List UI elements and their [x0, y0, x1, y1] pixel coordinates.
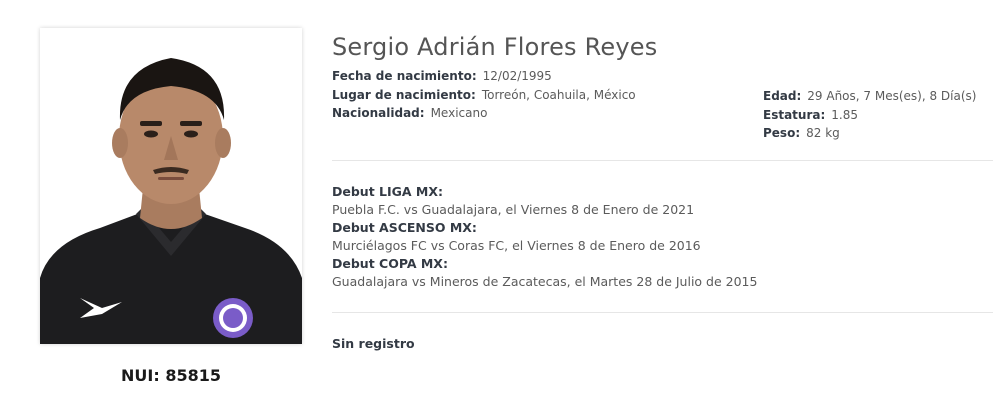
detail-label: Estatura: — [763, 107, 826, 122]
detail-label: Lugar de nacimiento: — [332, 87, 476, 102]
debut-text-ascenso-mx: Murciélagos FC vs Coras FC, el Viernes 8… — [332, 238, 701, 253]
detail-value: Torreón, Coahuila, México — [481, 87, 636, 102]
detail-age: Edad: 29 Años, 7 Mes(es), 8 Día(s) — [763, 87, 976, 106]
detail-value: Mexicano — [430, 106, 488, 120]
nui-label: NUI: 85815 — [121, 366, 221, 385]
divider — [332, 160, 993, 161]
debut-label-liga-mx: Debut LIGA MX: — [332, 184, 444, 199]
detail-height: Estatura: 1.85 — [763, 106, 976, 125]
detail-label: Peso: — [763, 126, 801, 140]
detail-label: Nacionalidad: — [332, 106, 425, 120]
detail-value: 12/02/1995 — [482, 69, 552, 83]
debut-list: Debut LIGA MX: Puebla F.C. vs Guadalajar… — [332, 183, 757, 291]
debut-text-liga-mx: Puebla F.C. vs Guadalajara, el Viernes 8… — [332, 202, 695, 217]
debut-text-copa-mx: Guadalajara vs Mineros de Zacatecas, el … — [332, 274, 758, 289]
physical-details: Edad: 29 Años, 7 Mes(es), 8 Día(s) Estatu… — [763, 87, 976, 143]
detail-label: Edad: — [763, 89, 802, 103]
detail-weight: Peso: 82 kg — [763, 124, 976, 143]
detail-nationality: Nacionalidad: Mexicano — [332, 104, 636, 123]
personal-details: Fecha de nacimiento: 12/02/1995 Lugar de … — [332, 67, 636, 123]
player-photo — [40, 28, 302, 344]
debut-label-copa-mx: Debut COPA MX: — [332, 256, 448, 271]
club-badge-icon — [213, 298, 253, 338]
detail-label: Fecha de nacimiento: — [332, 69, 477, 83]
detail-value: 82 kg — [806, 126, 840, 140]
detail-value: 1.85 — [831, 107, 858, 122]
no-record-text: Sin registro — [332, 336, 415, 351]
detail-value: 29 Años, 7 Mes(es), 8 Día(s) — [807, 89, 977, 103]
player-name: Sergio Adrián Flores Reyes — [332, 33, 658, 61]
detail-birthplace: Lugar de nacimiento: Torreón, Coahuila, M… — [332, 86, 636, 105]
divider — [332, 312, 993, 313]
detail-birthdate: Fecha de nacimiento: 12/02/1995 — [332, 67, 636, 86]
debut-label-ascenso-mx: Debut ASCENSO MX: — [332, 220, 477, 235]
